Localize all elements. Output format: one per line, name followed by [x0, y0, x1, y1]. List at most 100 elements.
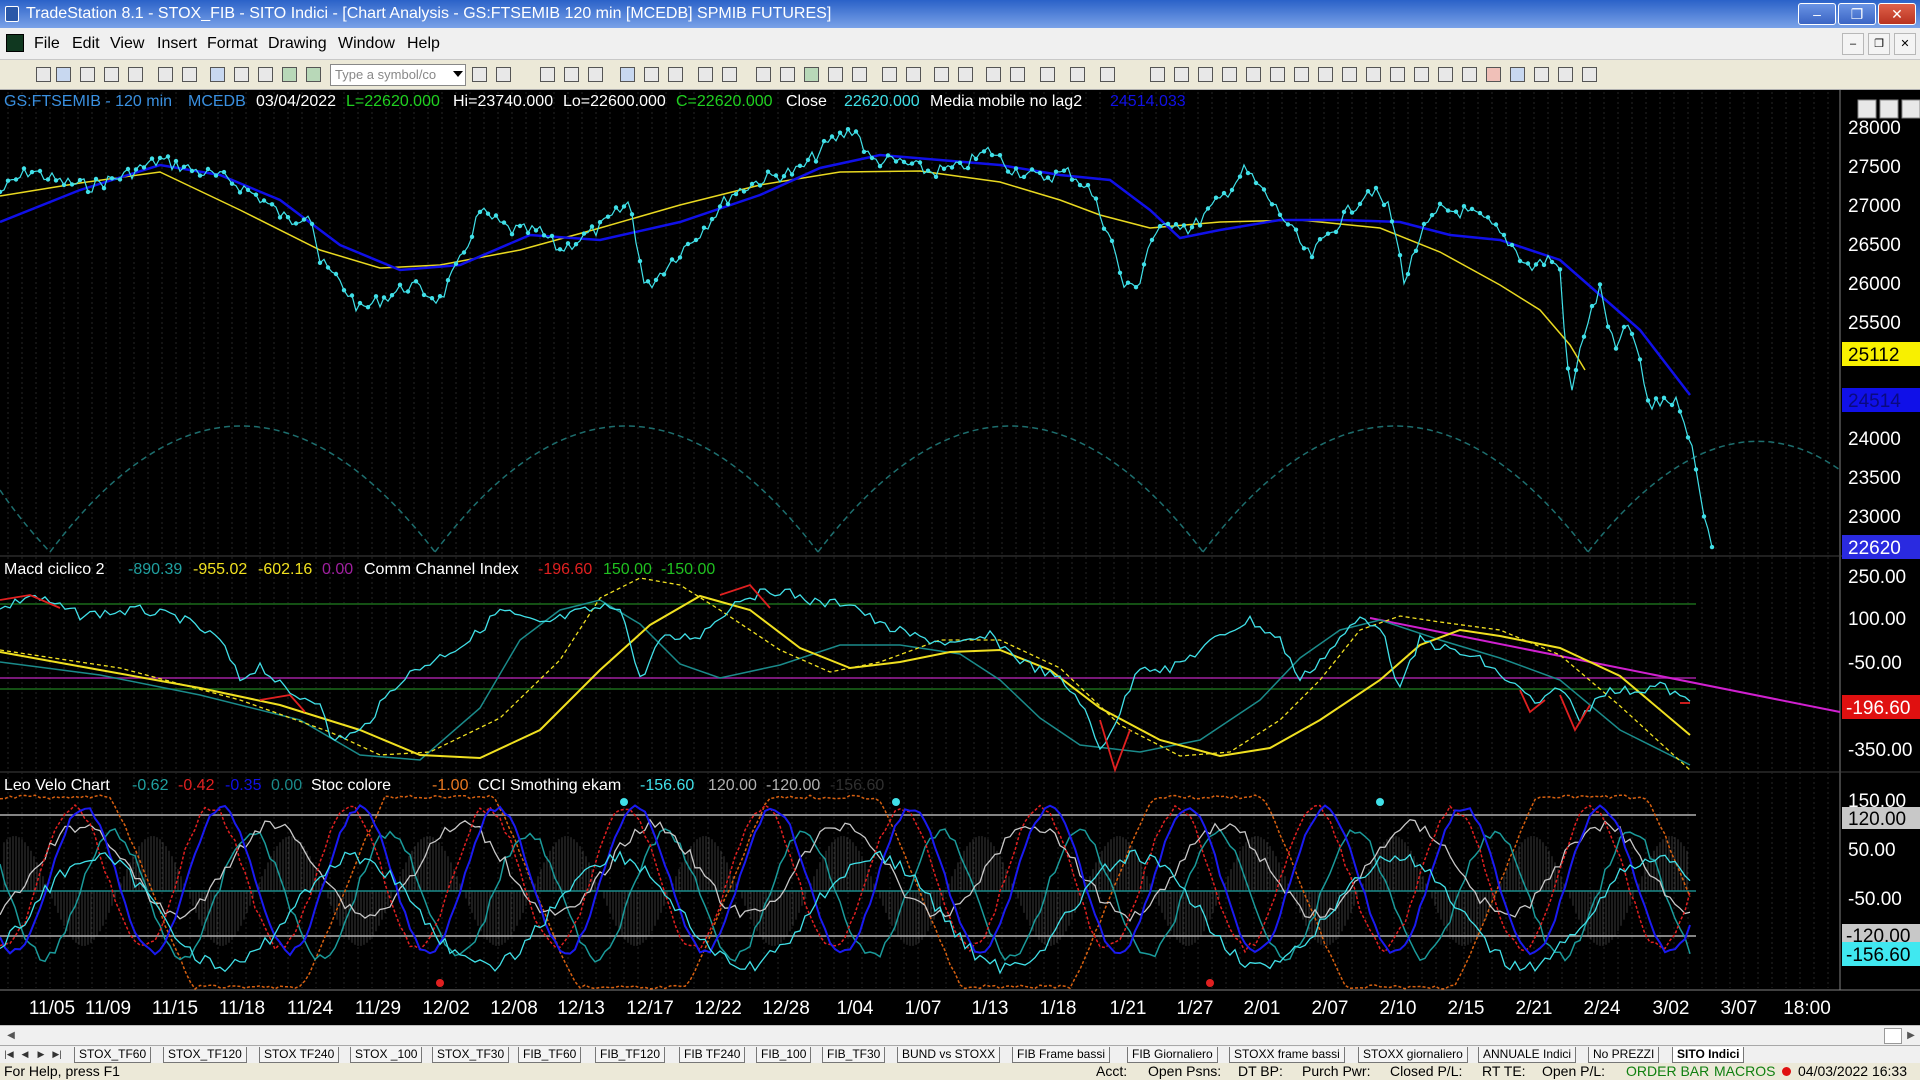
crosshair-icon[interactable]: [1010, 67, 1025, 82]
subwindow-close-button[interactable]: [1901, 99, 1920, 119]
menu-drawing[interactable]: Drawing: [268, 28, 327, 60]
mdi-restore-button[interactable]: ❐: [1868, 33, 1890, 55]
tab-stox-100[interactable]: STOX _100: [350, 1047, 423, 1063]
document-icon[interactable]: [6, 34, 24, 52]
tab-fib-giornaliero[interactable]: FIB Giornaliero: [1127, 1047, 1218, 1063]
symbol-input[interactable]: Type a symbol/co: [330, 64, 466, 86]
globe-icon[interactable]: [306, 67, 321, 82]
radar-icon[interactable]: [564, 67, 579, 82]
ellipse-icon[interactable]: [1534, 67, 1549, 82]
mdi-minimize-button[interactable]: –: [1842, 33, 1864, 55]
cycle-icon[interactable]: [1414, 67, 1429, 82]
menu-file[interactable]: File: [34, 28, 60, 60]
go-arrow-icon[interactable]: [472, 67, 487, 82]
trendline-icon[interactable]: [1150, 67, 1165, 82]
tab-stox-tf60[interactable]: STOX_TF60: [74, 1047, 152, 1063]
save-icon[interactable]: [128, 67, 143, 82]
tab-fib-100[interactable]: FIB_100: [756, 1047, 812, 1063]
arrow-horizontal-icon[interactable]: [1366, 67, 1381, 82]
matrix-icon[interactable]: [588, 67, 603, 82]
restore-button[interactable]: ❐: [1838, 3, 1876, 25]
scroll-thumb[interactable]: [1884, 1028, 1902, 1044]
strategy-icon[interactable]: [722, 67, 737, 82]
tab-prev-icon[interactable]: ◀: [18, 1047, 32, 1062]
tab-bund-vs-stoxx[interactable]: BUND vs STOXX: [897, 1047, 1001, 1063]
options-icon[interactable]: [668, 67, 683, 82]
tab-stox-tf30[interactable]: STOX_TF30: [432, 1047, 510, 1063]
format-window-icon[interactable]: [1070, 67, 1085, 82]
scanner-icon[interactable]: [620, 67, 635, 82]
tab-no-prezzi[interactable]: No PREZZI: [1588, 1047, 1660, 1063]
scroll-right-icon[interactable]: ▶: [1904, 1029, 1918, 1043]
text-icon[interactable]: [1582, 67, 1597, 82]
curve-icon[interactable]: [1462, 67, 1477, 82]
bar-chart-icon[interactable]: [828, 67, 843, 82]
tab-first-icon[interactable]: |◀: [2, 1047, 16, 1062]
compress-icon[interactable]: [906, 67, 921, 82]
rectangle-icon[interactable]: [1558, 67, 1573, 82]
mdi-close-button[interactable]: ✕: [1894, 33, 1916, 55]
menu-edit[interactable]: Edit: [72, 28, 100, 60]
retracement-icon[interactable]: [1318, 67, 1333, 82]
scroll-left-icon[interactable]: ◀: [4, 1029, 18, 1043]
arrow-down-icon[interactable]: [1486, 67, 1501, 82]
tab-fib-tf120[interactable]: FIB_TF120: [595, 1047, 666, 1063]
data-icon[interactable]: [804, 67, 819, 82]
channel-icon[interactable]: [1222, 67, 1237, 82]
lock-icon[interactable]: [258, 67, 273, 82]
print-preview-icon[interactable]: [182, 67, 197, 82]
zoom-out-icon[interactable]: [958, 67, 973, 82]
print-icon[interactable]: [158, 67, 173, 82]
close-button[interactable]: ✕: [1878, 3, 1916, 25]
horizontal-line-icon[interactable]: [1198, 67, 1213, 82]
open-icon[interactable]: [56, 67, 71, 82]
pencil-icon[interactable]: [1438, 67, 1453, 82]
window-icon[interactable]: [210, 67, 225, 82]
new-window-icon[interactable]: [104, 67, 119, 82]
news-icon[interactable]: [644, 67, 659, 82]
fibonacci-icon[interactable]: [1270, 67, 1285, 82]
performance-icon[interactable]: [780, 67, 795, 82]
arrow-up-icon[interactable]: [1510, 67, 1525, 82]
menu-window[interactable]: Window: [338, 28, 395, 60]
tab-fib-tf240[interactable]: FIB TF240: [679, 1047, 746, 1063]
zoom-in-icon[interactable]: [934, 67, 949, 82]
format-icon[interactable]: [282, 67, 297, 82]
subwindow-restore-button[interactable]: [1879, 99, 1899, 119]
tab-annuale-indici[interactable]: ANNUALE Indici: [1478, 1047, 1577, 1063]
tab-sito-indici[interactable]: SITO Indici: [1672, 1047, 1745, 1063]
status-macros[interactable]: MACROS: [1714, 1063, 1775, 1080]
horizontal-scrollbar[interactable]: ◀ ▶: [0, 1025, 1920, 1045]
subwindow-minimize-button[interactable]: [1857, 99, 1877, 119]
tools-icon[interactable]: [1040, 67, 1055, 82]
tab-fib-tf60[interactable]: FIB_TF60: [518, 1047, 582, 1063]
save-workspace-icon[interactable]: [80, 67, 95, 82]
tab-stox-tf120[interactable]: STOX_TF120: [163, 1047, 247, 1063]
tab-next-icon[interactable]: ▶: [34, 1047, 48, 1062]
parallel-lines-icon[interactable]: [1390, 67, 1405, 82]
tab-fib-frame-bassi[interactable]: FIB Frame bassi: [1012, 1047, 1111, 1063]
speed-lines-icon[interactable]: [1342, 67, 1357, 82]
tab-stoxx-frame-bassi[interactable]: STOXX frame bassi: [1229, 1047, 1345, 1063]
new-icon[interactable]: [36, 67, 51, 82]
expand-icon[interactable]: [882, 67, 897, 82]
status-order-bar[interactable]: ORDER BAR: [1626, 1063, 1709, 1080]
arc-icon[interactable]: [1246, 67, 1261, 82]
menu-insert[interactable]: Insert: [157, 28, 197, 60]
tab-stox-tf240[interactable]: STOX TF240: [259, 1047, 340, 1063]
search-icon[interactable]: [496, 67, 511, 82]
chart-icon[interactable]: [540, 67, 555, 82]
menu-help[interactable]: Help: [407, 28, 440, 60]
tab-last-icon[interactable]: ▶|: [50, 1047, 64, 1062]
gann-fan-icon[interactable]: [1294, 67, 1309, 82]
tab-fib-tf30[interactable]: FIB_TF30: [822, 1047, 886, 1063]
menu-view[interactable]: View: [110, 28, 144, 60]
chart-canvas[interactable]: GS:FTSEMIB - 120 min MCEDB 03/04/2022 L=…: [0, 90, 1920, 1025]
symbol-dropdown-arrow-icon[interactable]: [453, 71, 463, 77]
menu-format[interactable]: Format: [207, 28, 258, 60]
pointer-icon[interactable]: [986, 67, 1001, 82]
properties-icon[interactable]: [1100, 67, 1115, 82]
candles-icon[interactable]: [852, 67, 867, 82]
vertical-line-icon[interactable]: [1174, 67, 1189, 82]
optimize-icon[interactable]: [756, 67, 771, 82]
